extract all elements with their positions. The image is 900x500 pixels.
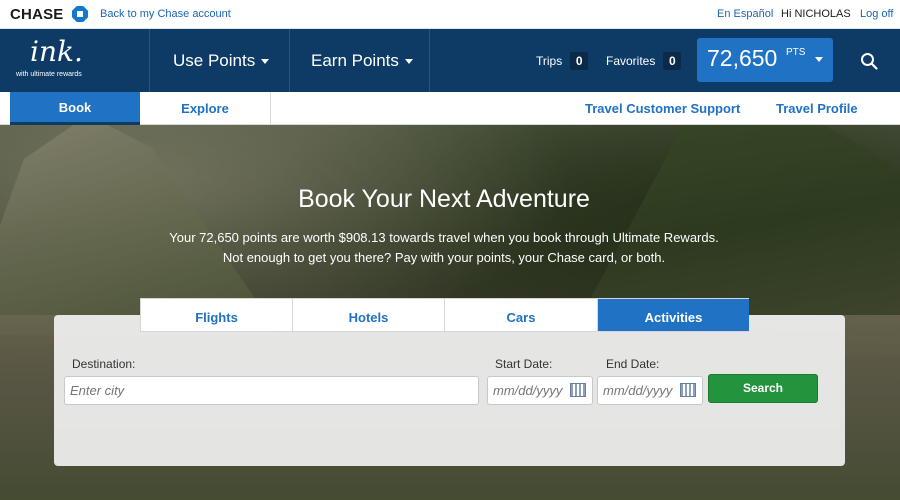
main-nav: ink. with ultimate rewards Use Points Ea…: [0, 29, 900, 92]
logoff-link[interactable]: Log off: [860, 8, 893, 20]
hero-pay-options-text: Not enough to get you there? Pay with yo…: [222, 250, 666, 265]
search-icon[interactable]: [860, 52, 878, 70]
caret-down-icon: [815, 57, 823, 62]
destination-input[interactable]: [64, 376, 479, 405]
sub-nav: Book Explore Travel Customer Support Tra…: [0, 92, 900, 125]
use-points-menu[interactable]: Use Points: [150, 29, 290, 92]
favorites-count-badge: 0: [663, 52, 682, 70]
tab-activities[interactable]: Activities: [598, 299, 749, 331]
back-to-account-link[interactable]: Back to my Chase account: [100, 8, 231, 20]
earn-points-label: Earn Points: [311, 51, 399, 70]
user-greeting: Hi NICHOLAS: [781, 8, 851, 20]
use-points-label: Use Points: [173, 51, 256, 70]
calendar-icon[interactable]: [680, 383, 696, 397]
points-balance-dropdown[interactable]: 72,650 PTS: [697, 38, 833, 82]
ink-brand-logo[interactable]: ink. with ultimate rewards: [0, 29, 150, 92]
caret-down-icon: [261, 59, 270, 65]
tab-hotels[interactable]: Hotels: [293, 299, 445, 331]
points-value: 72,650: [707, 45, 778, 71]
trips-link[interactable]: Trips 0: [536, 52, 589, 70]
ink-tagline: with ultimate rewards: [16, 71, 82, 78]
language-link[interactable]: En Español: [717, 8, 773, 20]
booking-mode-tabs: Flights Hotels Cars Activities: [140, 298, 749, 332]
points-unit: PTS: [786, 47, 806, 58]
search-button[interactable]: Search: [708, 374, 818, 403]
tab-cars[interactable]: Cars: [445, 299, 598, 331]
calendar-icon[interactable]: [570, 383, 586, 397]
tab-explore[interactable]: Explore: [140, 92, 271, 125]
trips-label: Trips: [536, 54, 563, 68]
tab-flights[interactable]: Flights: [141, 299, 293, 331]
chase-logo-text[interactable]: CHASE: [10, 6, 64, 23]
hero-title: Book Your Next Adventure: [298, 185, 590, 213]
end-date-label: End Date:: [606, 357, 660, 371]
earn-points-menu[interactable]: Earn Points: [290, 29, 430, 92]
travel-profile-link[interactable]: Travel Profile: [776, 92, 858, 125]
start-date-label: Start Date:: [495, 357, 553, 371]
trips-count-badge: 0: [570, 52, 589, 70]
caret-down-icon: [404, 59, 413, 65]
favorites-label: Favorites: [606, 54, 656, 68]
favorites-link[interactable]: Favorites 0: [606, 52, 682, 70]
tab-book[interactable]: Book: [10, 92, 140, 125]
destination-label: Destination:: [72, 357, 136, 371]
travel-support-link[interactable]: Travel Customer Support: [585, 92, 740, 125]
chase-octagon-icon: [72, 6, 88, 22]
top-utility-bar: CHASE Back to my Chase account En Españo…: [0, 0, 900, 29]
ink-logo-text: ink.: [30, 35, 83, 68]
hero-points-worth-text: Your 72,650 points are worth $908.13 tow…: [169, 230, 719, 245]
